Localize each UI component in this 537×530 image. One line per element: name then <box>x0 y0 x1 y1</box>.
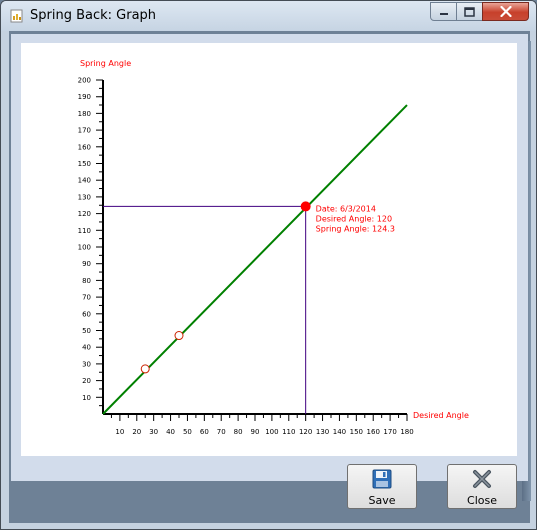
x-tick-label: 40 <box>166 428 175 436</box>
spring-back-graph-window: Spring Back: Graph 10 20 30 40 50 60 70 80 90 100… <box>0 0 537 530</box>
y-tick-label: 10 <box>82 394 91 402</box>
x-tick-label: 170 <box>383 428 396 436</box>
save-button[interactable]: Save <box>347 464 417 509</box>
minimize-icon <box>439 12 448 15</box>
x-tick-label: 100 <box>265 428 278 436</box>
document-chart-icon <box>10 9 23 23</box>
selected-point-annotation: Spring Angle: 124.3 <box>316 224 395 233</box>
y-tick-label: 20 <box>82 377 91 385</box>
x-tick-label: 180 <box>400 428 413 436</box>
selected-data-point <box>300 201 311 212</box>
y-tick-label: 170 <box>78 127 91 135</box>
x-tick-label: 70 <box>217 428 226 436</box>
x-tick-label: 120 <box>299 428 312 436</box>
window-title: Spring Back: Graph <box>30 8 157 23</box>
maximize-icon <box>464 6 475 17</box>
data-point <box>140 364 150 374</box>
close-button[interactable]: Close <box>447 464 517 509</box>
close-button-label: Close <box>467 494 497 507</box>
y-tick-label: 110 <box>78 227 91 235</box>
y-tick-label: 50 <box>82 327 91 335</box>
close-icon <box>499 6 512 17</box>
y-tick-label: 120 <box>78 210 91 218</box>
selected-point-annotation: Date: 6/3/2014 <box>316 204 376 213</box>
y-tick-label: 90 <box>82 260 91 268</box>
y-tick-label: 40 <box>82 344 91 352</box>
x-tick-label: 10 <box>115 428 124 436</box>
title-bar[interactable]: Spring Back: Graph <box>1 1 536 31</box>
y-tick-label: 80 <box>82 277 91 285</box>
x-axis-label: Desired Angle <box>413 411 469 420</box>
x-close-icon <box>473 470 491 488</box>
x-tick-label: 150 <box>350 428 363 436</box>
data-point <box>174 331 184 341</box>
y-tick-label: 190 <box>78 93 91 101</box>
minimize-button[interactable] <box>430 2 457 21</box>
x-tick-label: 140 <box>333 428 346 436</box>
x-tick-label: 110 <box>282 428 295 436</box>
floppy-disk-icon <box>372 469 392 489</box>
x-tick-label: 80 <box>234 428 243 436</box>
y-tick-label: 60 <box>82 310 91 318</box>
y-tick-label: 130 <box>78 193 91 201</box>
y-tick-label: 70 <box>82 294 91 302</box>
spring-back-chart: 1020304050607080901001101201301401501601… <box>78 59 469 436</box>
y-tick-label: 160 <box>78 143 91 151</box>
close-window-button[interactable] <box>482 2 529 21</box>
x-tick-label: 60 <box>200 428 209 436</box>
save-button-label: Save <box>368 494 396 507</box>
y-tick-label: 180 <box>78 110 91 118</box>
x-tick-label: 160 <box>367 428 380 436</box>
y-tick-label: 30 <box>82 360 91 368</box>
x-tick-label: 90 <box>251 428 260 436</box>
x-tick-label: 30 <box>149 428 158 436</box>
y-tick-label: 200 <box>78 77 91 85</box>
x-tick-label: 50 <box>183 428 192 436</box>
y-tick-label: 150 <box>78 160 91 168</box>
y-tick-label: 140 <box>78 177 91 185</box>
y-axis-label: Spring Angle <box>80 59 131 68</box>
maximize-button[interactable] <box>456 2 483 21</box>
y-tick-label: 100 <box>78 244 91 252</box>
x-tick-label: 130 <box>316 428 329 436</box>
chart-canvas: 10 20 30 40 50 60 70 80 90 100 110 120 130 140 150 160 1… <box>21 43 517 456</box>
selected-point-annotation: Desired Angle: 120 <box>316 214 392 223</box>
x-tick-label: 20 <box>132 428 141 436</box>
